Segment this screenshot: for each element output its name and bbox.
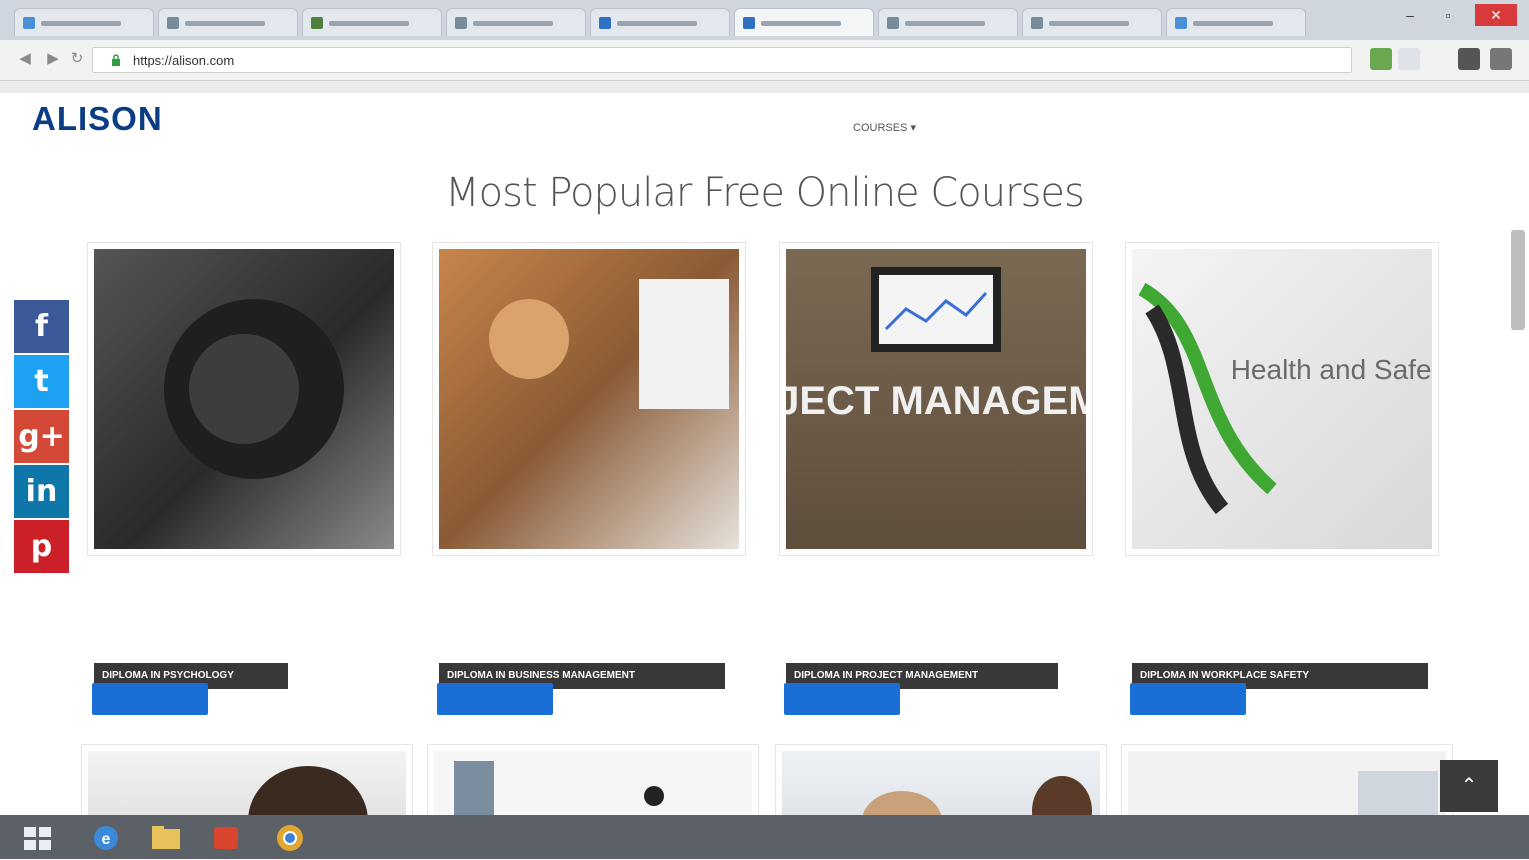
page-scrollbar[interactable] (1511, 230, 1525, 330)
address-bar-row: ◀ ▶ ↻ https://alison.com (0, 40, 1529, 81)
browser-tab[interactable] (1022, 8, 1162, 36)
app-icon[interactable] (206, 821, 246, 855)
course-card[interactable]: DIPLOMA IN PSYCHOLOGY (88, 243, 406, 723)
taskbar: e (0, 815, 1529, 859)
start-course-button[interactable] (92, 683, 208, 715)
close-button[interactable]: ✕ (1475, 4, 1517, 26)
forward-icon[interactable]: ▶ (44, 50, 62, 68)
browser-tab[interactable] (1166, 8, 1306, 36)
start-course-button[interactable] (437, 683, 553, 715)
browser-tab-active[interactable] (734, 8, 874, 36)
tab-title (473, 21, 553, 26)
svg-text:e: e (102, 831, 111, 848)
tab-title (1193, 21, 1273, 26)
site-logo[interactable]: ALISON (32, 100, 163, 138)
course-image[interactable] (433, 243, 745, 555)
tab-title (1049, 21, 1129, 26)
menu-icon[interactable] (1490, 48, 1512, 70)
extension-icon[interactable] (1370, 48, 1392, 70)
course-image[interactable]: PROJECT MANAGEMENT (780, 243, 1092, 555)
start-course-button[interactable] (784, 683, 900, 715)
maximize-button[interactable]: ▫ (1431, 4, 1465, 26)
browser-tab[interactable] (590, 8, 730, 36)
image-caption: PROJECT MANAGEMENT (786, 379, 1086, 423)
bookmarks-strip (0, 81, 1529, 93)
tab-title (761, 21, 841, 26)
head-silhouette-image (164, 299, 344, 479)
page-title: Most Popular Free Online Courses (445, 170, 1085, 216)
pinterest-icon[interactable]: p (14, 520, 69, 573)
lock-icon (112, 54, 120, 66)
tab-favicon-icon (167, 17, 179, 29)
browser-tab[interactable] (158, 8, 298, 36)
linkedin-icon[interactable]: in (14, 465, 69, 518)
browser-tab-bar: – ▫ ✕ (0, 0, 1529, 40)
internet-explorer-icon[interactable]: e (86, 821, 126, 855)
start-button[interactable] (18, 821, 58, 855)
project-management-image: PROJECT MANAGEMENT (786, 267, 1086, 423)
safety-harness-image: Health and Safety (1138, 282, 1432, 515)
nav-courses[interactable]: COURSES ▾ (853, 121, 916, 134)
tab-favicon-icon (743, 17, 755, 29)
url-input[interactable]: https://alison.com (92, 47, 1352, 73)
browser-tab[interactable] (302, 8, 442, 36)
tab-favicon-icon (1175, 17, 1187, 29)
back-icon[interactable]: ◀ (16, 50, 34, 68)
course-card[interactable]: DIPLOMA IN BUSINESS MANAGEMENT (433, 243, 751, 723)
extension-icon[interactable] (1398, 48, 1420, 70)
tab-favicon-icon (887, 17, 899, 29)
tab-favicon-icon (23, 17, 35, 29)
tab-title (617, 21, 697, 26)
course-card[interactable]: Health and Safety DIPLOMA IN WORKPLACE S… (1126, 243, 1444, 723)
browser-tab[interactable] (446, 8, 586, 36)
minimize-button[interactable]: – (1393, 4, 1427, 26)
googleplus-icon[interactable]: g+ (14, 410, 69, 463)
course-image[interactable] (88, 243, 400, 555)
tab-title (41, 21, 121, 26)
tab-favicon-icon (455, 17, 467, 29)
chrome-icon[interactable] (270, 821, 310, 855)
tab-title (905, 21, 985, 26)
course-card[interactable]: PROJECT MANAGEMENT DIPLOMA IN PROJECT MA… (780, 243, 1098, 723)
image-caption: Health and Safety (1231, 354, 1432, 385)
extension-icon[interactable] (1458, 48, 1480, 70)
tab-title (329, 21, 409, 26)
scroll-to-top-button[interactable]: ⌃ (1440, 760, 1498, 812)
start-course-button[interactable] (1130, 683, 1246, 715)
tab-title (185, 21, 265, 26)
twitter-icon[interactable]: t (14, 355, 69, 408)
desk-image (489, 279, 729, 409)
course-image[interactable]: Health and Safety (1126, 243, 1438, 555)
reload-icon[interactable]: ↻ (68, 50, 86, 68)
tab-favicon-icon (311, 17, 323, 29)
browser-tab[interactable] (878, 8, 1018, 36)
file-explorer-icon[interactable] (146, 821, 186, 855)
facebook-icon[interactable]: f (14, 300, 69, 353)
browser-tab[interactable] (14, 8, 154, 36)
tab-favicon-icon (599, 17, 611, 29)
url-text: https://alison.com (133, 53, 235, 68)
tab-favicon-icon (1031, 17, 1043, 29)
